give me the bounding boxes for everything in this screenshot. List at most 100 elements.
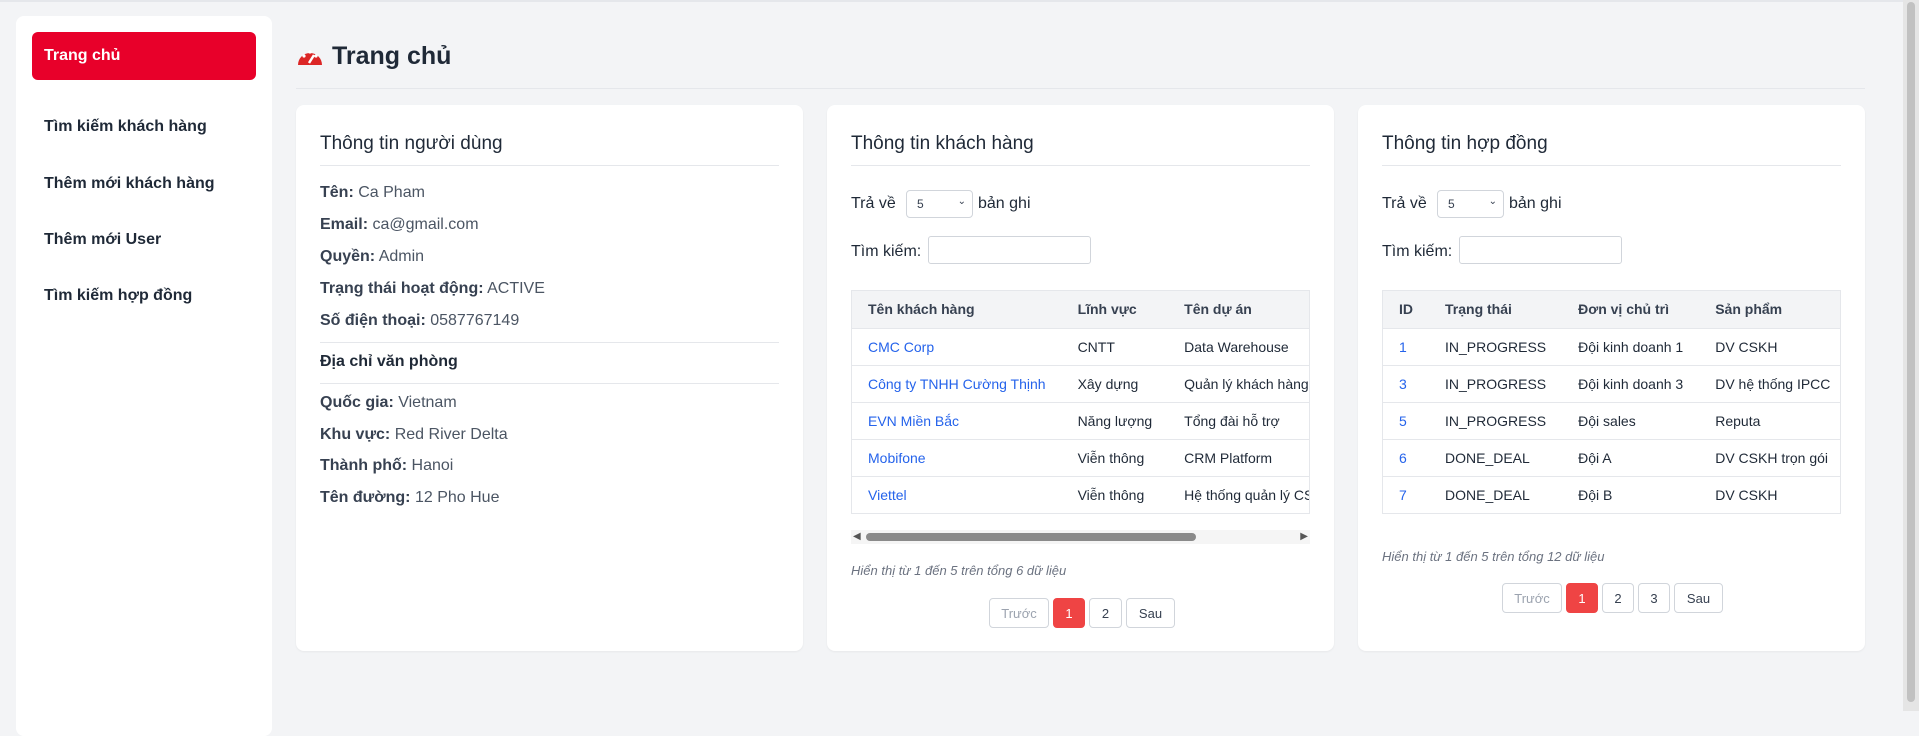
sidebar-item-add-customer[interactable]: Thêm mới khách hàng — [32, 160, 256, 208]
field-label: Tên đường: — [320, 489, 411, 506]
field-label: Email: — [320, 216, 369, 233]
prev-page-button[interactable]: Trước — [989, 598, 1049, 628]
column-header[interactable]: Tên dự án — [1168, 291, 1309, 328]
field-value: 12 Pho Hue — [414, 489, 500, 506]
table-cell: Đội B — [1562, 475, 1700, 513]
column-header[interactable]: Sản phẩm — [1699, 291, 1840, 328]
page-button-3[interactable]: 3 — [1638, 583, 1670, 613]
field-value: Ca Pham — [358, 184, 425, 201]
search-input[interactable] — [1459, 236, 1622, 264]
sidebar-item-search-customer[interactable]: Tìm kiếm khách hàng — [32, 103, 256, 151]
table-row: 5 IN_PROGRESS Đội sales Reputa — [1383, 401, 1840, 439]
field-value: Red River Delta — [394, 426, 508, 443]
sidebar-item-add-user[interactable]: Thêm mới User — [32, 216, 256, 264]
row-link[interactable]: CMC Corp — [852, 327, 1062, 365]
field-region: Khu vực: Red River Delta — [320, 426, 508, 444]
scroll-left-icon[interactable]: ◀ — [853, 531, 861, 542]
table-cell: Data Warehouse — [1168, 327, 1309, 365]
sidebar: Trang chủ Tìm kiếm khách hàng Thêm mới k… — [16, 16, 272, 736]
column-header[interactable]: Lĩnh vực — [1061, 291, 1169, 328]
column-header[interactable]: Đơn vị chủ trì — [1562, 291, 1700, 328]
table-row: Mobifone Viễn thông CRM Platform — [852, 438, 1309, 476]
contract-table: ID Trạng thái Đơn vị chủ trì Sản phẩm 1I… — [1382, 290, 1841, 514]
records-label: bản ghi — [978, 195, 1031, 212]
field-label: Quyền: — [320, 248, 376, 265]
table-info: Hiển thị từ 1 đến 5 trên tổng 12 dữ liệu — [1382, 549, 1605, 564]
table-cell: Hệ thống quản lý CSKH — [1168, 475, 1309, 513]
row-link[interactable]: EVN Miền Bắc — [852, 401, 1062, 439]
table-cell: Tổng đài hỗ trợ — [1168, 401, 1309, 439]
row-link[interactable]: Viettel — [852, 475, 1062, 513]
page-size-label: Trả về — [851, 195, 896, 212]
page-size-select[interactable]: 5 ⌄ — [1437, 190, 1504, 218]
table-cell: Quản lý khách hàng — [1168, 364, 1309, 402]
row-link[interactable]: 5 — [1383, 401, 1429, 439]
page-button-2[interactable]: 2 — [1089, 598, 1122, 628]
row-link[interactable]: 1 — [1383, 327, 1429, 365]
prev-page-button[interactable]: Trước — [1502, 583, 1562, 613]
scrollbar-thumb[interactable] — [1907, 2, 1915, 702]
table-cell: Đội A — [1562, 438, 1700, 476]
field-label: Thành phố: — [320, 457, 408, 474]
row-link[interactable]: Mobifone — [852, 438, 1062, 476]
page-title-text: Trang chủ — [332, 42, 452, 70]
column-header[interactable]: Tên khách hàng — [852, 291, 1062, 328]
records-label: bản ghi — [1509, 195, 1562, 212]
contract-info-card: Thông tin hợp đồng Trả về 5 ⌄ bản ghi Tìm… — [1358, 105, 1865, 651]
table-row: ViettelViễn thôngHệ thống quản lý CSKH — [852, 475, 1309, 513]
row-link[interactable]: 7 — [1383, 475, 1429, 513]
divider — [320, 383, 779, 384]
table-row: CMC Corp CNTT Data Warehouse — [852, 327, 1309, 365]
field-value: Admin — [378, 248, 425, 265]
user-info-card: Thông tin người dùng Tên: Ca Pham Email:… — [296, 105, 803, 651]
field-label: Tên: — [320, 184, 354, 201]
table-row: EVN Miền Bắc Năng lượng Tổng đài hỗ trợ — [852, 401, 1309, 439]
pagination: Trước 1 2 Sau — [989, 598, 1175, 628]
divider — [1382, 165, 1841, 166]
scrollbar-thumb[interactable] — [866, 533, 1196, 541]
field-value: Hanoi — [411, 457, 454, 474]
page-size-value: 5 — [917, 197, 924, 211]
field-label: Trạng thái hoạt động: — [320, 280, 484, 297]
field-label: Quốc gia: — [320, 394, 394, 411]
table-cell: IN_PROGRESS — [1429, 401, 1563, 439]
horizontal-scrollbar[interactable]: ◀ ▶ — [851, 530, 1310, 544]
next-page-button[interactable]: Sau — [1674, 583, 1723, 613]
search-input[interactable] — [928, 236, 1091, 264]
table-cell: Viễn thông — [1061, 475, 1169, 513]
table-cell: Xây dựng — [1061, 364, 1169, 402]
row-link[interactable]: Công ty TNHH Cường Thịnh — [852, 364, 1062, 402]
column-header[interactable]: ID — [1383, 291, 1429, 328]
customer-info-card: Thông tin khách hàng Trả về 5 ⌄ bản ghi T… — [827, 105, 1334, 651]
table-cell: Viễn thông — [1061, 438, 1169, 476]
vertical-scrollbar[interactable] — [1903, 0, 1919, 711]
row-link[interactable]: 3 — [1383, 364, 1429, 402]
field-label: Số điện thoại: — [320, 312, 426, 329]
row-link[interactable]: 6 — [1383, 438, 1429, 476]
table-cell: DONE_DEAL — [1429, 475, 1563, 513]
field-status: Trạng thái hoạt động: ACTIVE — [320, 280, 545, 298]
column-header[interactable]: Trạng thái — [1429, 291, 1563, 328]
table-row: 6 DONE_DEAL Đội A DV CSKH trọn gói — [1383, 438, 1840, 476]
page-size-label: Trả về — [1382, 195, 1427, 212]
page-button-1[interactable]: 1 — [1053, 598, 1085, 628]
sidebar-item-search-contract[interactable]: Tìm kiếm hợp đồng — [32, 272, 256, 320]
table-row: 3 IN_PROGRESS Đội kinh doanh 3 DV hệ thống … — [1383, 364, 1840, 402]
table-cell: Đội kinh doanh 1 — [1562, 327, 1700, 365]
scroll-right-icon[interactable]: ▶ — [1300, 531, 1308, 542]
table-info: Hiển thị từ 1 đến 5 trên tổng 6 dữ liệu — [851, 563, 1067, 578]
table-cell: CNTT — [1061, 327, 1169, 365]
table-cell: Đội kinh doanh 3 — [1562, 364, 1700, 402]
table-cell: Reputa — [1699, 401, 1840, 439]
card-title: Thông tin khách hàng — [851, 133, 1034, 154]
sidebar-item-home[interactable]: Trang chủ — [32, 32, 256, 80]
field-value: ca@gmail.com — [372, 216, 479, 233]
table-cell: IN_PROGRESS — [1429, 364, 1563, 402]
page-size-select[interactable]: 5 ⌄ — [906, 190, 973, 218]
next-page-button[interactable]: Sau — [1126, 598, 1175, 628]
divider — [296, 88, 1865, 89]
address-title: Địa chỉ văn phòng — [320, 353, 458, 370]
page-button-2[interactable]: 2 — [1602, 583, 1634, 613]
page-button-1[interactable]: 1 — [1566, 583, 1598, 613]
table-cell: Năng lượng — [1061, 401, 1169, 439]
